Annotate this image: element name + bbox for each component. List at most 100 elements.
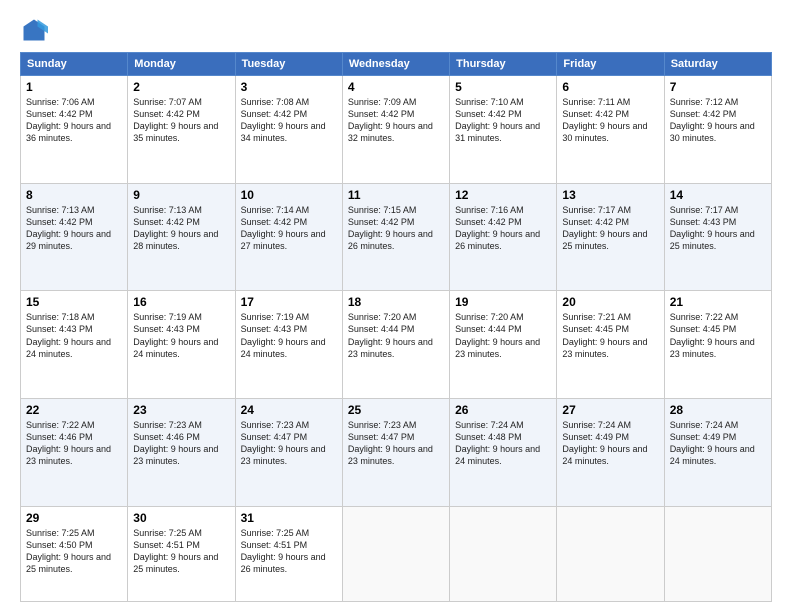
day-info: Sunrise: 7:20 AMSunset: 4:44 PMDaylight:… [348,312,433,358]
calendar-week-4: 22 Sunrise: 7:22 AMSunset: 4:46 PMDaylig… [21,398,772,506]
calendar-cell [664,506,771,601]
calendar-cell: 20 Sunrise: 7:21 AMSunset: 4:45 PMDaylig… [557,291,664,399]
day-number: 3 [241,80,337,94]
day-number: 11 [348,188,444,202]
day-info: Sunrise: 7:25 AMSunset: 4:50 PMDaylight:… [26,528,111,574]
calendar-header-wednesday: Wednesday [342,53,449,76]
day-number: 20 [562,295,658,309]
day-info: Sunrise: 7:07 AMSunset: 4:42 PMDaylight:… [133,97,218,143]
calendar-body: 1 Sunrise: 7:06 AMSunset: 4:42 PMDayligh… [21,76,772,602]
day-info: Sunrise: 7:22 AMSunset: 4:46 PMDaylight:… [26,420,111,466]
day-number: 27 [562,403,658,417]
day-number: 8 [26,188,122,202]
calendar-cell: 31 Sunrise: 7:25 AMSunset: 4:51 PMDaylig… [235,506,342,601]
calendar-cell: 2 Sunrise: 7:07 AMSunset: 4:42 PMDayligh… [128,76,235,184]
generalblue-logo-icon [20,16,48,44]
day-info: Sunrise: 7:20 AMSunset: 4:44 PMDaylight:… [455,312,540,358]
calendar-cell: 9 Sunrise: 7:13 AMSunset: 4:42 PMDayligh… [128,183,235,291]
day-info: Sunrise: 7:17 AMSunset: 4:42 PMDaylight:… [562,205,647,251]
calendar-cell: 10 Sunrise: 7:14 AMSunset: 4:42 PMDaylig… [235,183,342,291]
calendar-cell: 1 Sunrise: 7:06 AMSunset: 4:42 PMDayligh… [21,76,128,184]
day-info: Sunrise: 7:09 AMSunset: 4:42 PMDaylight:… [348,97,433,143]
calendar-cell: 24 Sunrise: 7:23 AMSunset: 4:47 PMDaylig… [235,398,342,506]
day-info: Sunrise: 7:12 AMSunset: 4:42 PMDaylight:… [670,97,755,143]
calendar-cell: 25 Sunrise: 7:23 AMSunset: 4:47 PMDaylig… [342,398,449,506]
calendar-cell: 16 Sunrise: 7:19 AMSunset: 4:43 PMDaylig… [128,291,235,399]
day-number: 13 [562,188,658,202]
calendar-cell [557,506,664,601]
day-number: 7 [670,80,766,94]
day-number: 10 [241,188,337,202]
day-number: 29 [26,511,122,525]
day-info: Sunrise: 7:06 AMSunset: 4:42 PMDaylight:… [26,97,111,143]
calendar-header-row: SundayMondayTuesdayWednesdayThursdayFrid… [21,53,772,76]
day-number: 15 [26,295,122,309]
day-number: 2 [133,80,229,94]
day-info: Sunrise: 7:24 AMSunset: 4:49 PMDaylight:… [562,420,647,466]
day-number: 24 [241,403,337,417]
calendar-cell: 28 Sunrise: 7:24 AMSunset: 4:49 PMDaylig… [664,398,771,506]
day-info: Sunrise: 7:25 AMSunset: 4:51 PMDaylight:… [133,528,218,574]
calendar-cell: 27 Sunrise: 7:24 AMSunset: 4:49 PMDaylig… [557,398,664,506]
day-info: Sunrise: 7:23 AMSunset: 4:47 PMDaylight:… [241,420,326,466]
day-number: 6 [562,80,658,94]
day-number: 12 [455,188,551,202]
day-info: Sunrise: 7:17 AMSunset: 4:43 PMDaylight:… [670,205,755,251]
calendar-cell: 4 Sunrise: 7:09 AMSunset: 4:42 PMDayligh… [342,76,449,184]
calendar-cell: 12 Sunrise: 7:16 AMSunset: 4:42 PMDaylig… [450,183,557,291]
calendar-cell: 29 Sunrise: 7:25 AMSunset: 4:50 PMDaylig… [21,506,128,601]
page: SundayMondayTuesdayWednesdayThursdayFrid… [0,0,792,612]
day-info: Sunrise: 7:22 AMSunset: 4:45 PMDaylight:… [670,312,755,358]
day-number: 18 [348,295,444,309]
calendar-header-tuesday: Tuesday [235,53,342,76]
day-info: Sunrise: 7:23 AMSunset: 4:46 PMDaylight:… [133,420,218,466]
day-info: Sunrise: 7:21 AMSunset: 4:45 PMDaylight:… [562,312,647,358]
day-number: 16 [133,295,229,309]
calendar-cell: 8 Sunrise: 7:13 AMSunset: 4:42 PMDayligh… [21,183,128,291]
calendar-cell: 23 Sunrise: 7:23 AMSunset: 4:46 PMDaylig… [128,398,235,506]
day-number: 21 [670,295,766,309]
day-number: 14 [670,188,766,202]
day-info: Sunrise: 7:24 AMSunset: 4:49 PMDaylight:… [670,420,755,466]
calendar-cell: 13 Sunrise: 7:17 AMSunset: 4:42 PMDaylig… [557,183,664,291]
day-number: 1 [26,80,122,94]
calendar-cell: 7 Sunrise: 7:12 AMSunset: 4:42 PMDayligh… [664,76,771,184]
day-info: Sunrise: 7:23 AMSunset: 4:47 PMDaylight:… [348,420,433,466]
calendar-cell: 26 Sunrise: 7:24 AMSunset: 4:48 PMDaylig… [450,398,557,506]
day-info: Sunrise: 7:13 AMSunset: 4:42 PMDaylight:… [26,205,111,251]
calendar-header-monday: Monday [128,53,235,76]
calendar-cell: 6 Sunrise: 7:11 AMSunset: 4:42 PMDayligh… [557,76,664,184]
day-info: Sunrise: 7:15 AMSunset: 4:42 PMDaylight:… [348,205,433,251]
day-number: 9 [133,188,229,202]
day-info: Sunrise: 7:11 AMSunset: 4:42 PMDaylight:… [562,97,647,143]
calendar-cell: 5 Sunrise: 7:10 AMSunset: 4:42 PMDayligh… [450,76,557,184]
calendar-cell: 19 Sunrise: 7:20 AMSunset: 4:44 PMDaylig… [450,291,557,399]
day-number: 23 [133,403,229,417]
header [20,16,772,44]
calendar-header-sunday: Sunday [21,53,128,76]
day-number: 31 [241,511,337,525]
day-number: 22 [26,403,122,417]
day-number: 5 [455,80,551,94]
calendar-header-friday: Friday [557,53,664,76]
day-number: 4 [348,80,444,94]
day-number: 26 [455,403,551,417]
calendar-cell [342,506,449,601]
calendar-cell: 11 Sunrise: 7:15 AMSunset: 4:42 PMDaylig… [342,183,449,291]
day-info: Sunrise: 7:19 AMSunset: 4:43 PMDaylight:… [241,312,326,358]
day-number: 19 [455,295,551,309]
day-info: Sunrise: 7:13 AMSunset: 4:42 PMDaylight:… [133,205,218,251]
calendar-week-5: 29 Sunrise: 7:25 AMSunset: 4:50 PMDaylig… [21,506,772,601]
day-info: Sunrise: 7:24 AMSunset: 4:48 PMDaylight:… [455,420,540,466]
calendar-cell: 18 Sunrise: 7:20 AMSunset: 4:44 PMDaylig… [342,291,449,399]
day-number: 17 [241,295,337,309]
calendar-week-2: 8 Sunrise: 7:13 AMSunset: 4:42 PMDayligh… [21,183,772,291]
day-number: 30 [133,511,229,525]
calendar-cell: 14 Sunrise: 7:17 AMSunset: 4:43 PMDaylig… [664,183,771,291]
day-info: Sunrise: 7:18 AMSunset: 4:43 PMDaylight:… [26,312,111,358]
calendar-header-thursday: Thursday [450,53,557,76]
calendar-cell: 30 Sunrise: 7:25 AMSunset: 4:51 PMDaylig… [128,506,235,601]
calendar-week-3: 15 Sunrise: 7:18 AMSunset: 4:43 PMDaylig… [21,291,772,399]
calendar-cell: 15 Sunrise: 7:18 AMSunset: 4:43 PMDaylig… [21,291,128,399]
day-info: Sunrise: 7:19 AMSunset: 4:43 PMDaylight:… [133,312,218,358]
